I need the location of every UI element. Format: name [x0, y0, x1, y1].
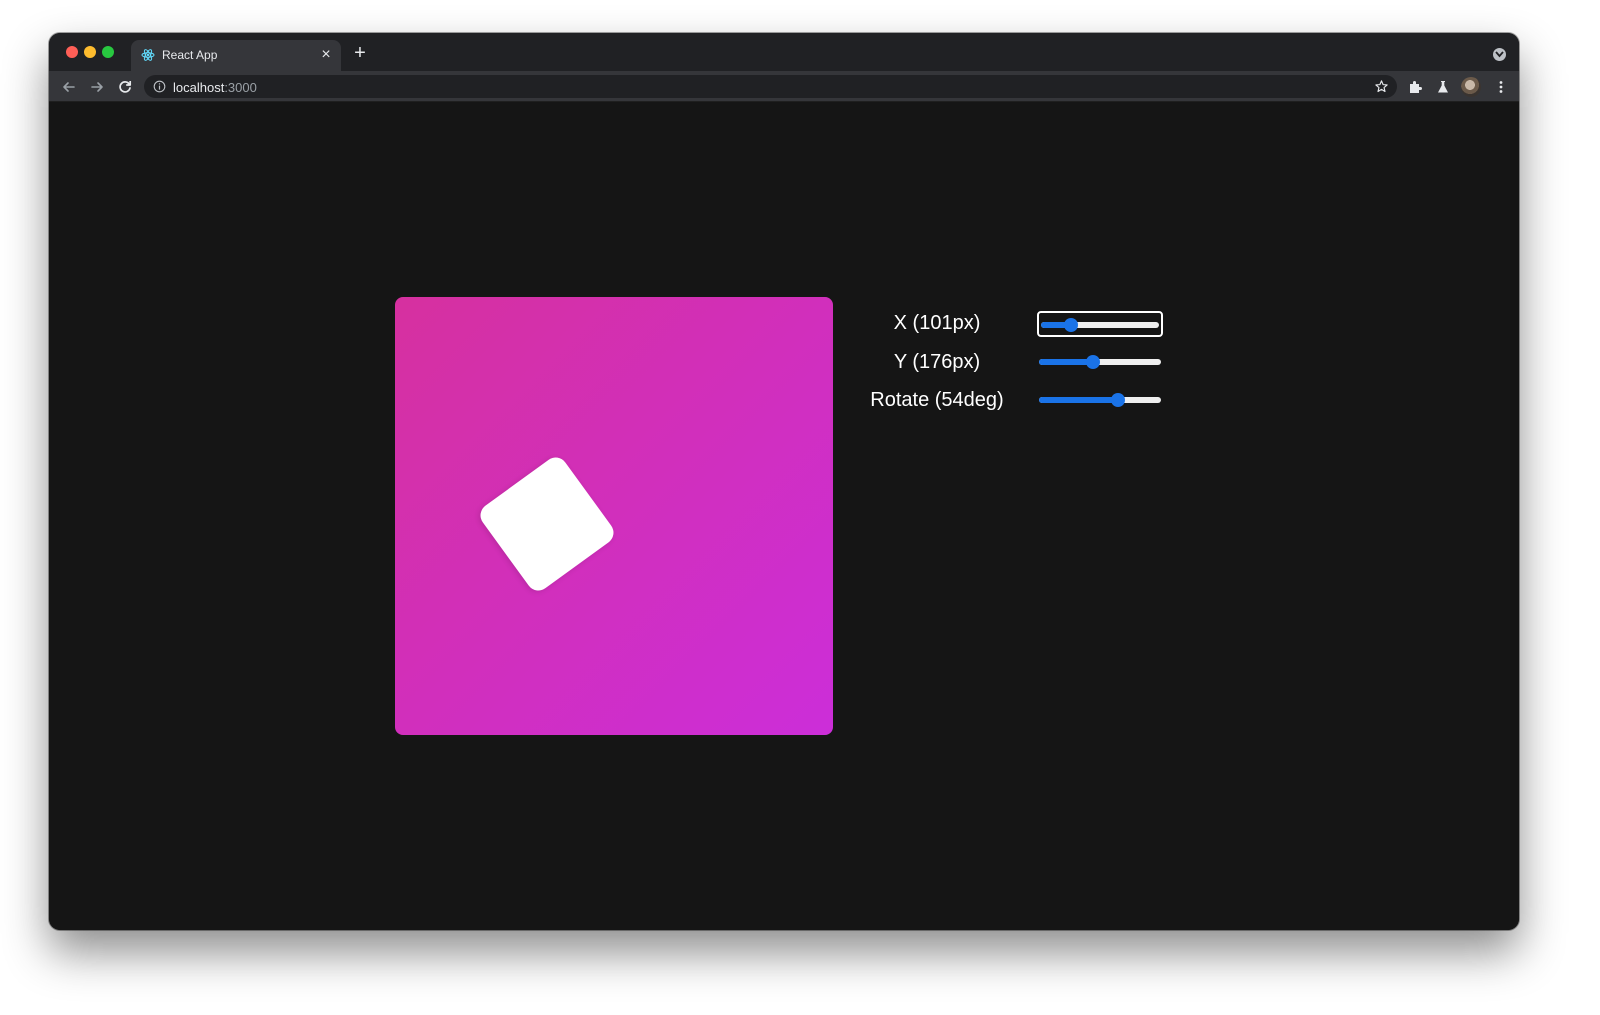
site-info-icon[interactable] [153, 80, 166, 98]
more-menu-icon[interactable] [1493, 79, 1509, 95]
browser-toolbar: localhost:3000 [49, 71, 1519, 101]
transformed-square [475, 452, 619, 596]
slider-fill [1039, 397, 1119, 403]
tab-react-app[interactable]: React App × [131, 40, 341, 71]
x-label: X (101px) [893, 312, 981, 334]
reload-icon[interactable] [114, 76, 136, 98]
react-logo-icon [141, 48, 155, 62]
x-slider[interactable] [1037, 311, 1163, 337]
tab-close-icon[interactable]: × [317, 46, 335, 64]
browser-window: React App × + localhost:3000 X (101px) Y… [49, 33, 1519, 930]
slider-thumb[interactable] [1111, 393, 1126, 407]
labs-flask-icon[interactable] [1435, 79, 1451, 95]
rotate-slider[interactable] [1037, 388, 1163, 414]
new-tab-button[interactable]: + [350, 43, 370, 63]
transform-stage [395, 297, 833, 735]
tab-strip: React App × + [49, 33, 1519, 71]
close-window-button[interactable] [66, 46, 78, 58]
page-content: X (101px) Y (176px) Rotate (54deg) [49, 102, 1519, 930]
rotate-label: Rotate (54deg) [870, 389, 1004, 411]
control-row-x: X (101px) [865, 309, 1165, 339]
url-text: localhost:3000 [173, 80, 257, 95]
minimize-window-button[interactable] [84, 46, 96, 58]
control-row-rotate: Rotate (54deg) [865, 386, 1165, 416]
extensions-puzzle-icon[interactable] [1407, 79, 1423, 95]
slider-track [1039, 355, 1161, 369]
tab-search-icon[interactable] [1493, 48, 1506, 61]
slider-fill [1039, 359, 1093, 365]
profile-avatar[interactable] [1461, 77, 1481, 97]
zoom-window-button[interactable] [102, 46, 114, 58]
address-bar[interactable]: localhost:3000 [144, 75, 1397, 98]
url-host: localhost [173, 80, 225, 95]
slider-track [1039, 393, 1161, 407]
url-port: :3000 [224, 80, 257, 95]
control-row-y: Y (176px) [865, 348, 1165, 378]
slider-thumb[interactable] [1063, 318, 1078, 332]
tab-title: React App [162, 48, 218, 62]
slider-track [1041, 318, 1159, 332]
y-slider[interactable] [1037, 350, 1163, 376]
forward-arrow-icon[interactable] [86, 76, 108, 98]
slider-thumb[interactable] [1085, 355, 1100, 369]
bookmark-star-icon[interactable] [1374, 79, 1389, 99]
y-label: Y (176px) [893, 351, 981, 373]
back-arrow-icon[interactable] [58, 76, 80, 98]
